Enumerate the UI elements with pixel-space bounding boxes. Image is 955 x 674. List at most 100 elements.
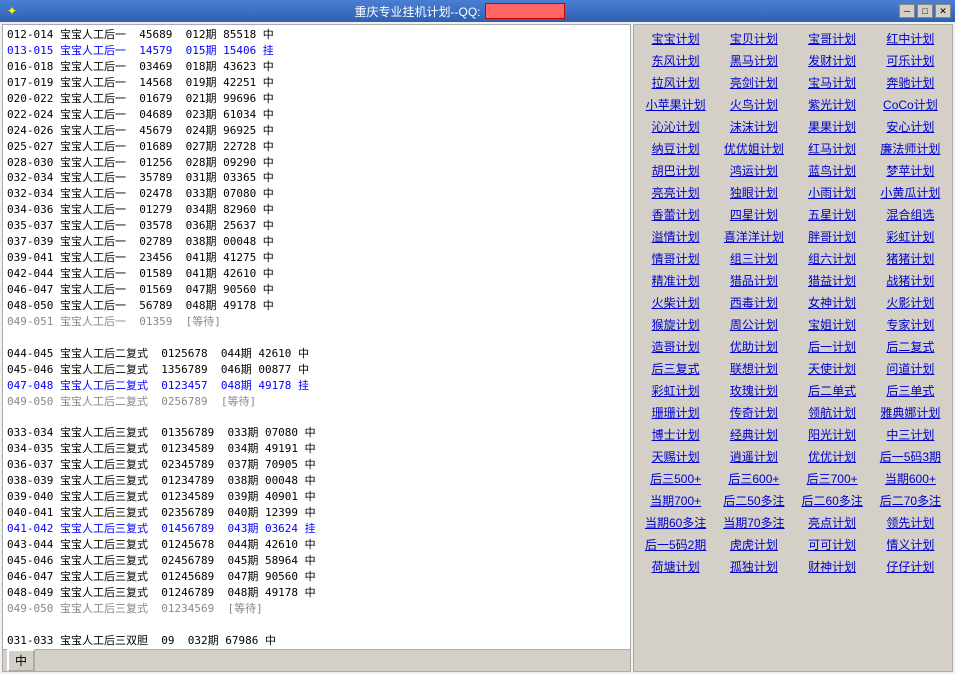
qq-input[interactable] — [485, 3, 565, 19]
plan-link[interactable]: 后三单式 — [873, 381, 948, 400]
plan-link[interactable]: 雅典娜计划 — [873, 403, 948, 422]
plan-link[interactable]: 果果计划 — [795, 117, 870, 136]
plan-link[interactable]: 当期600+ — [873, 469, 948, 488]
plan-link[interactable]: 可乐计划 — [873, 51, 948, 70]
plan-link[interactable]: 后二70多注 — [873, 491, 948, 510]
plan-link[interactable]: 中三计划 — [873, 425, 948, 444]
plan-link[interactable]: 五星计划 — [795, 205, 870, 224]
plan-link[interactable]: 红马计划 — [795, 139, 870, 158]
plan-link[interactable]: 天赐计划 — [638, 447, 713, 466]
plan-link[interactable]: 胡巴计划 — [638, 161, 713, 180]
plan-link[interactable]: 优助计划 — [716, 337, 791, 356]
plan-link[interactable]: 经典计划 — [716, 425, 791, 444]
plan-link[interactable]: 后三700+ — [795, 469, 870, 488]
plan-link[interactable]: 溢情计划 — [638, 227, 713, 246]
plan-link[interactable]: 沫沫计划 — [716, 117, 791, 136]
plan-link[interactable]: CoCo计划 — [873, 95, 948, 114]
plan-link[interactable]: 玫瑰计划 — [716, 381, 791, 400]
plan-link[interactable]: 逍遥计划 — [716, 447, 791, 466]
plan-link[interactable]: 领先计划 — [873, 513, 948, 532]
plan-link[interactable]: 沁沁计划 — [638, 117, 713, 136]
plan-link[interactable]: 珊珊计划 — [638, 403, 713, 422]
plan-link[interactable]: 孤独计划 — [716, 557, 791, 576]
plan-link[interactable]: 宝哥计划 — [795, 29, 870, 48]
plan-link[interactable]: 优优姐计划 — [716, 139, 791, 158]
plan-link[interactable]: 后三复式 — [638, 359, 713, 378]
plan-link[interactable]: 廉法师计划 — [873, 139, 948, 158]
plan-link[interactable]: 造哥计划 — [638, 337, 713, 356]
plan-link[interactable]: 猎品计划 — [716, 271, 791, 290]
plan-link[interactable]: 阳光计划 — [795, 425, 870, 444]
plan-link[interactable]: 后三600+ — [716, 469, 791, 488]
plan-link[interactable]: 小黄瓜计划 — [873, 183, 948, 202]
plan-link[interactable]: 战猪计划 — [873, 271, 948, 290]
plan-link[interactable]: 亮亮计划 — [638, 183, 713, 202]
plan-link[interactable]: 宝马计划 — [795, 73, 870, 92]
plan-link[interactable]: 亮剑计划 — [716, 73, 791, 92]
plan-link[interactable]: 后二50多注 — [716, 491, 791, 510]
plan-link[interactable]: 火柴计划 — [638, 293, 713, 312]
plan-link[interactable]: 猴旋计划 — [638, 315, 713, 334]
plan-link[interactable]: 紫光计划 — [795, 95, 870, 114]
plan-link[interactable]: 独眼计划 — [716, 183, 791, 202]
plan-link[interactable]: 东风计划 — [638, 51, 713, 70]
plan-link[interactable]: 天使计划 — [795, 359, 870, 378]
plan-link[interactable]: 红中计划 — [873, 29, 948, 48]
plan-link[interactable]: 彩虹计划 — [873, 227, 948, 246]
plan-link[interactable]: 宝宝计划 — [638, 29, 713, 48]
plan-link[interactable]: 仔仔计划 — [873, 557, 948, 576]
plan-link[interactable]: 优优计划 — [795, 447, 870, 466]
plan-link[interactable]: 组三计划 — [716, 249, 791, 268]
plan-link[interactable]: 周公计划 — [716, 315, 791, 334]
plan-link[interactable]: 小苹果计划 — [638, 95, 713, 114]
plan-link[interactable]: 后二单式 — [795, 381, 870, 400]
plan-link[interactable]: 拉风计划 — [638, 73, 713, 92]
plan-link[interactable]: 情哥计划 — [638, 249, 713, 268]
plan-link[interactable]: 鸿运计划 — [716, 161, 791, 180]
plan-link[interactable]: 胖哥计划 — [795, 227, 870, 246]
plan-link[interactable]: 后二复式 — [873, 337, 948, 356]
plan-link[interactable]: 宝姐计划 — [795, 315, 870, 334]
minimize-button[interactable]: ─ — [899, 4, 915, 18]
plan-link[interactable]: 奔驰计划 — [873, 73, 948, 92]
plan-link[interactable]: 当期70多注 — [716, 513, 791, 532]
plan-link[interactable]: 组六计划 — [795, 249, 870, 268]
plan-link[interactable]: 后一5码2期 — [638, 535, 713, 554]
plan-link[interactable]: 情义计划 — [873, 535, 948, 554]
plan-link[interactable]: 火影计划 — [873, 293, 948, 312]
plan-link[interactable]: 虎虎计划 — [716, 535, 791, 554]
plan-link[interactable]: 黑马计划 — [716, 51, 791, 70]
left-content[interactable]: 012-014 宝宝人工后一 45689 012期 85518 中 013-01… — [3, 25, 630, 649]
plan-link[interactable]: 女神计划 — [795, 293, 870, 312]
plan-link[interactable]: 宝贝计划 — [716, 29, 791, 48]
plan-link[interactable]: 安心计划 — [873, 117, 948, 136]
plan-link[interactable]: 喜洋洋计划 — [716, 227, 791, 246]
close-button[interactable]: ✕ — [935, 4, 951, 18]
plan-link[interactable]: 后一计划 — [795, 337, 870, 356]
plan-link[interactable]: 四星计划 — [716, 205, 791, 224]
plan-link[interactable]: 梦苹计划 — [873, 161, 948, 180]
plan-link[interactable]: 彩虹计划 — [638, 381, 713, 400]
plan-link[interactable]: 后一5码3期 — [873, 447, 948, 466]
plan-link[interactable]: 专家计划 — [873, 315, 948, 334]
plan-link[interactable]: 联想计划 — [716, 359, 791, 378]
plan-link[interactable]: 财神计划 — [795, 557, 870, 576]
plan-link[interactable]: 小雨计划 — [795, 183, 870, 202]
plan-link[interactable]: 猪猪计划 — [873, 249, 948, 268]
plan-link[interactable]: 后三500+ — [638, 469, 713, 488]
plan-link[interactable]: 精准计划 — [638, 271, 713, 290]
plan-link[interactable]: 问道计划 — [873, 359, 948, 378]
plan-link[interactable]: 后二60多注 — [795, 491, 870, 510]
maximize-button[interactable]: □ — [917, 4, 933, 18]
plan-link[interactable]: 可可计划 — [795, 535, 870, 554]
plan-link[interactable]: 香蕾计划 — [638, 205, 713, 224]
plan-link[interactable]: 发财计划 — [795, 51, 870, 70]
plan-link[interactable]: 西毒计划 — [716, 293, 791, 312]
plan-link[interactable]: 亮点计划 — [795, 513, 870, 532]
plan-link[interactable]: 博士计划 — [638, 425, 713, 444]
plan-link[interactable]: 猎益计划 — [795, 271, 870, 290]
plan-link[interactable]: 当期700+ — [638, 491, 713, 510]
plan-link[interactable]: 荷塘计划 — [638, 557, 713, 576]
plan-link[interactable]: 领航计划 — [795, 403, 870, 422]
plan-link[interactable]: 纳豆计划 — [638, 139, 713, 158]
